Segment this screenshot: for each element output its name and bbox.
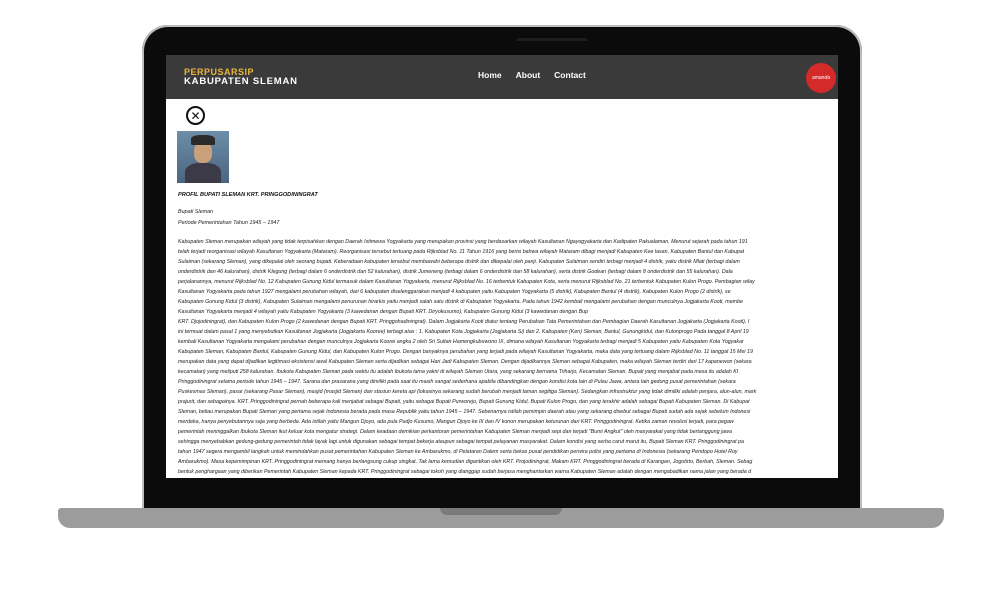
close-button[interactable]: ✕ — [186, 106, 205, 125]
laptop-camera-bar — [517, 38, 587, 41]
bio-line: merupakan data yang dapat dijadikan legi… — [178, 359, 752, 365]
nav-links: Home About Contact — [478, 70, 586, 80]
position-text: Bupati Sleman — [178, 209, 214, 215]
bio-line: Puskesmas Sleman), pasar (sekarang Pasar… — [178, 389, 757, 395]
browser-screen: PERPUSARSIP KABUPATEN SLEMAN Home About … — [166, 55, 838, 478]
bio-line: Pringgodiningrat selama periode tahun 19… — [178, 379, 736, 385]
navbar: PERPUSARSIP KABUPATEN SLEMAN Home About … — [166, 55, 838, 99]
bio-line: Kabupaten Sleman, Kabupaten Bantul, Kabu… — [178, 349, 753, 355]
nav-about-link[interactable]: About — [516, 70, 541, 80]
bio-line: Sleman, beliau merupakan Bupati Sleman y… — [178, 409, 751, 415]
bio-line: bentuk penghargaan yang diberikan Pemeri… — [178, 469, 752, 475]
bio-line: perjalanannya, menurut Rijksblad No. 12 … — [178, 279, 755, 285]
bio-line: Kabupaten Gunung Kidul (3 distrik), Kabu… — [178, 299, 743, 305]
bio-line: tahun 1947 segera mengambil langkah untu… — [178, 449, 738, 455]
amanda-logo[interactable]: amanda — [806, 63, 836, 93]
bio-line: KRT. Djojodiningrat), dan Kabupaten Kulo… — [178, 319, 750, 325]
brand-bottom: KABUPATEN SLEMAN — [184, 76, 298, 87]
site-brand[interactable]: PERPUSARSIP KABUPATEN SLEMAN — [184, 67, 298, 87]
bio-line: Ambarukmo). Masa kepemimpinan KRT. Pring… — [178, 459, 753, 465]
bio-line: kecamatan) yang meliputi 258 kalurahan. … — [178, 369, 739, 375]
bio-line: telah terjadi reorganisasi wilayah Kasul… — [178, 249, 745, 255]
bio-line: Kabupaten Sleman merupakan wilayah yang … — [178, 239, 748, 245]
bio-line: merdeka, hanya penyebutannya saja yang b… — [178, 419, 734, 425]
close-icon: ✕ — [190, 108, 201, 123]
bio-line: Kasultanan Yogyakarta pada tahun 1927 me… — [178, 289, 731, 295]
nav-contact-link[interactable]: Contact — [554, 70, 586, 80]
nav-home-link[interactable]: Home — [478, 70, 502, 80]
bio-line: ruas jalan mulai dari perempatan Denggun… — [178, 477, 838, 478]
laptop-notch — [440, 508, 562, 515]
period-text: Periode Pemerintahan Tahun 1945 – 1947 — [178, 220, 280, 226]
bio-line: prajurit, dan sebagainya. KRT. Pringgodi… — [178, 399, 750, 405]
biography-text: Kabupaten Sleman merupakan wilayah yang … — [178, 237, 838, 478]
bio-line: onderdistrik dan 46 kalurahan), distrik … — [178, 269, 733, 275]
bio-line: sehingga menyebabkan gedung-gedung pemer… — [178, 439, 744, 445]
logo-text: amanda — [811, 75, 831, 81]
bupati-portrait-image — [177, 131, 229, 183]
bio-line: ini termuat dalam pasal 1 yang menyebutk… — [178, 329, 749, 335]
bio-line: Sulaiman (sekarang Sleman), yang dikepal… — [178, 259, 740, 265]
profile-title: PROFIL BUPATI SLEMAN KRT. PRINGGODININGR… — [178, 192, 318, 198]
bio-line: kembali Kasultanan Yogyakarta mengalami … — [178, 339, 744, 345]
bio-line: Kasultanan Yogyakarta menjadi 4 wilayah … — [178, 309, 589, 315]
bio-line: pemerintah meninggalkan Ibukota Sleman i… — [178, 429, 732, 435]
